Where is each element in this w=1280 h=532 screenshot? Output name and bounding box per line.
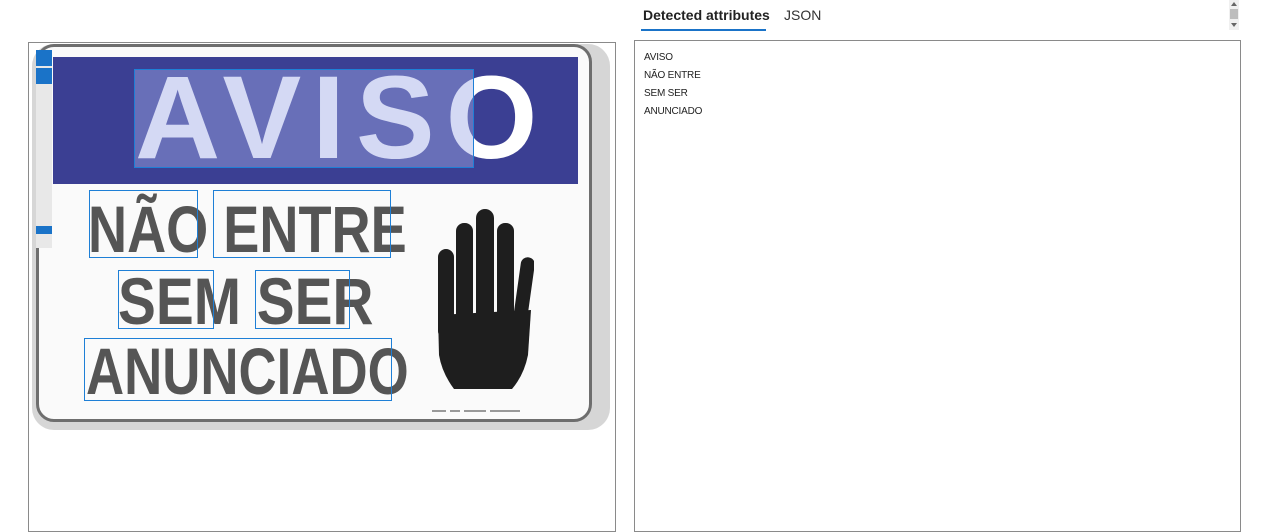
zoom-out-button[interactable] [36, 68, 52, 84]
scroll-up-icon[interactable] [1231, 2, 1237, 6]
bbox-ser[interactable] [255, 270, 350, 329]
result-line: SEM SER [644, 88, 688, 99]
bbox-sem[interactable] [118, 270, 214, 329]
bbox-nao[interactable] [89, 190, 198, 258]
tab-json[interactable]: JSON [784, 6, 821, 24]
page-scrollbar[interactable] [1229, 0, 1239, 30]
tab-detected-attributes[interactable]: Detected attributes [643, 6, 770, 24]
results-panel: AVISO NÃO ENTRE SEM SER ANUNCIADO [634, 40, 1241, 532]
scroll-down-icon[interactable] [1231, 23, 1237, 27]
scrollbar-thumb[interactable] [1230, 9, 1238, 19]
bbox-anunciado[interactable] [84, 338, 392, 401]
raised-hand-icon [438, 209, 534, 389]
result-line: NÃO ENTRE [644, 70, 701, 81]
zoom-in-button[interactable] [36, 50, 52, 66]
result-line: AVISO [644, 52, 673, 63]
bbox-entre[interactable] [213, 190, 391, 258]
zoom-slider[interactable] [36, 50, 52, 248]
active-tab-indicator [641, 29, 766, 31]
result-line: ANUNCIADO [644, 106, 703, 117]
bbox-aviso[interactable] [134, 69, 474, 168]
zoom-slider-thumb[interactable] [36, 226, 52, 234]
fine-print-marks [432, 410, 520, 412]
